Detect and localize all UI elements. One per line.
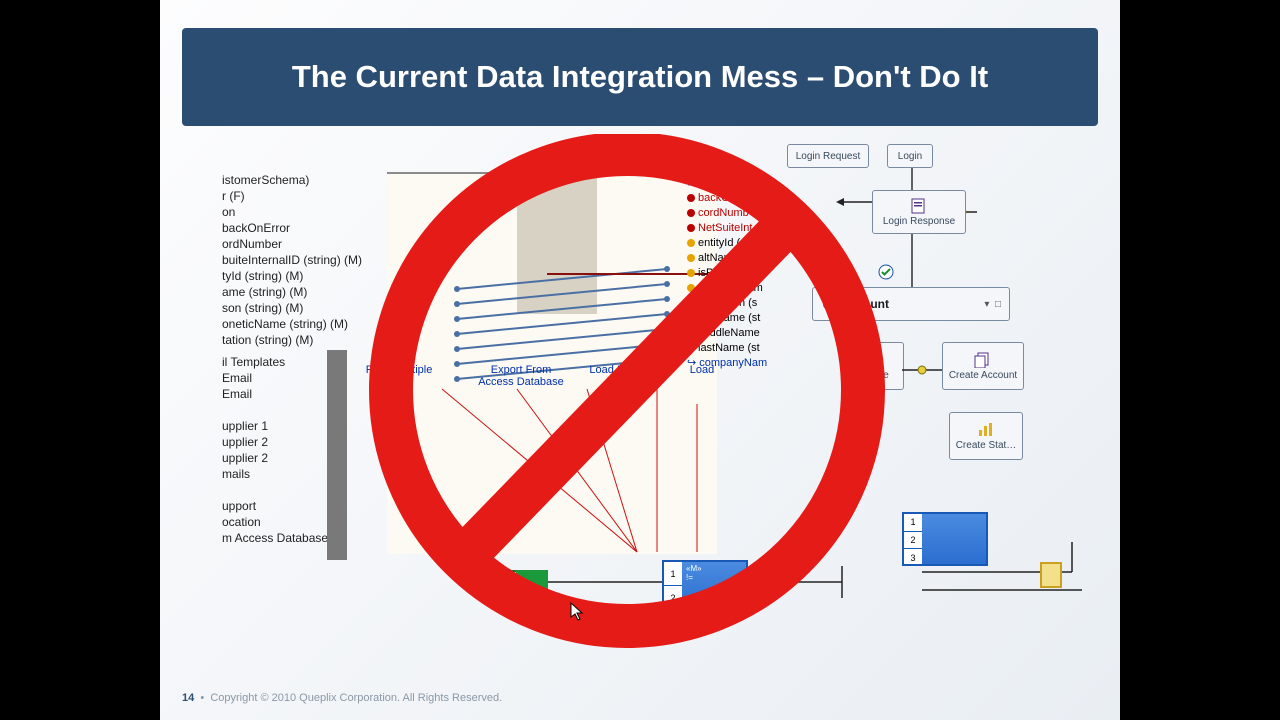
page-number: 14 (182, 692, 194, 704)
box-source: Source (842, 342, 904, 390)
document-icon (910, 198, 928, 214)
gear-icon (821, 296, 837, 312)
footer: 14 • Copyright © 2010 Queplix Corporatio… (182, 692, 502, 704)
box-login-resp: Login Response (872, 190, 966, 234)
slide-title: The Current Data Integration Mess – Don'… (292, 59, 988, 95)
bar-chart-icon (977, 422, 995, 438)
schema-text: istomerSchema) r (F) on backOnError ordN… (222, 172, 402, 348)
box-create-account: Create Account (942, 342, 1024, 390)
panel-account: Account ▾ □ (812, 287, 1010, 321)
left-list: il Templates Email Email upplier 1 uppli… (222, 354, 342, 546)
title-bar: The Current Data Integration Mess – Don'… (182, 28, 1098, 126)
slide-body: istomerSchema) r (F) on backOnError ordN… (182, 142, 1098, 662)
box-create-stat: Create Stat… (949, 412, 1023, 460)
action-2: Export From Access Database (472, 364, 570, 388)
check-icon (878, 264, 894, 280)
field-tree: ▣ ▲ cust… backOnEr cordNumb NetSuiteInt … (687, 174, 787, 371)
box-login: Login (887, 144, 933, 168)
sim-terminator (1040, 562, 1062, 588)
mapping-panel (387, 172, 717, 554)
box-login-req: Login Request (787, 144, 869, 168)
sim-block-3port: 1 2 3 (902, 512, 988, 566)
sim-block-small-2 (516, 570, 548, 594)
action-1: From Multiple Files (364, 364, 434, 388)
sim-block-main: 1 2 «M»!= (662, 560, 748, 610)
edit-icon (864, 352, 882, 368)
slide: The Current Data Integration Mess – Don'… (160, 0, 1120, 720)
scrollbar (327, 350, 347, 560)
action-3: Load Into Mo… (587, 364, 667, 376)
cursor-icon (570, 602, 586, 622)
sim-block-small-1 (482, 570, 518, 598)
document-copy-icon (974, 352, 992, 368)
copyright: Copyright © 2010 Queplix Corporation. Al… (210, 692, 502, 704)
